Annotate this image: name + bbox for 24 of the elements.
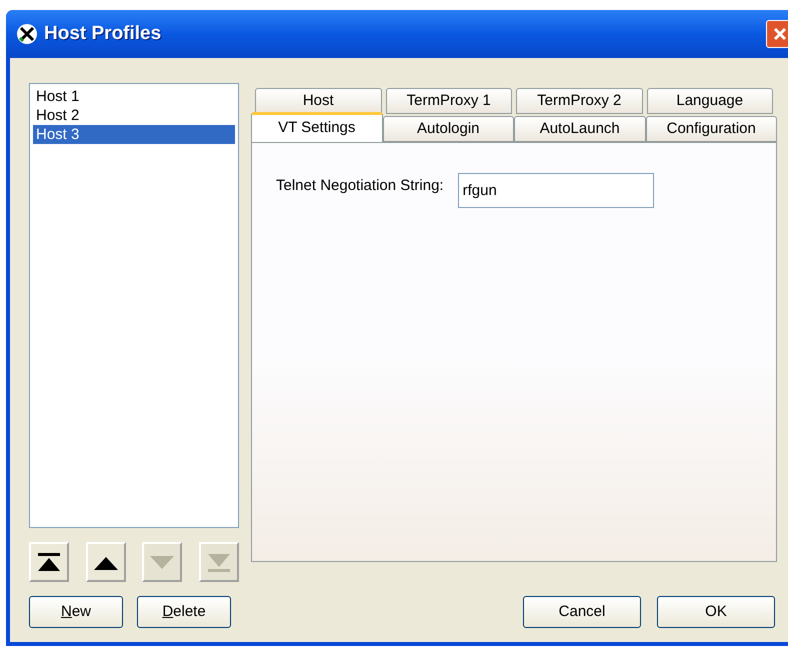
tab[interactable]: Host [255, 88, 382, 114]
dialog-button[interactable]: Delete [137, 596, 231, 628]
tab[interactable]: TermProxy 2 [516, 88, 642, 114]
dialog-button[interactable]: Cancel [523, 596, 641, 628]
tab[interactable]: AutoLaunch [514, 116, 646, 142]
tab[interactable]: Configuration [646, 116, 777, 142]
window-title: Host Profiles [44, 22, 162, 46]
dialog-button[interactable]: OK [657, 596, 775, 628]
dialog-button[interactable]: New [29, 596, 123, 628]
field-label: Telnet Negotiation String: [276, 176, 444, 196]
close-icon [772, 26, 788, 42]
input-field[interactable]: rfgun [458, 173, 654, 208]
move-button[interactable] [29, 542, 69, 582]
tab[interactable]: Autologin [382, 116, 514, 142]
list-item[interactable]: Host 2 [33, 106, 235, 125]
list-item[interactable]: Host 3 [33, 125, 235, 144]
tab[interactable]: Language [646, 88, 773, 114]
triangle-bar-icon [36, 552, 62, 572]
triangle-bar-icon [206, 552, 232, 572]
move-button[interactable] [86, 542, 126, 582]
tab[interactable]: VT Settings [251, 112, 382, 142]
tab[interactable]: TermProxy 1 [386, 88, 512, 114]
list-item[interactable]: Host 1 [33, 87, 235, 106]
close-button[interactable] [766, 20, 788, 48]
